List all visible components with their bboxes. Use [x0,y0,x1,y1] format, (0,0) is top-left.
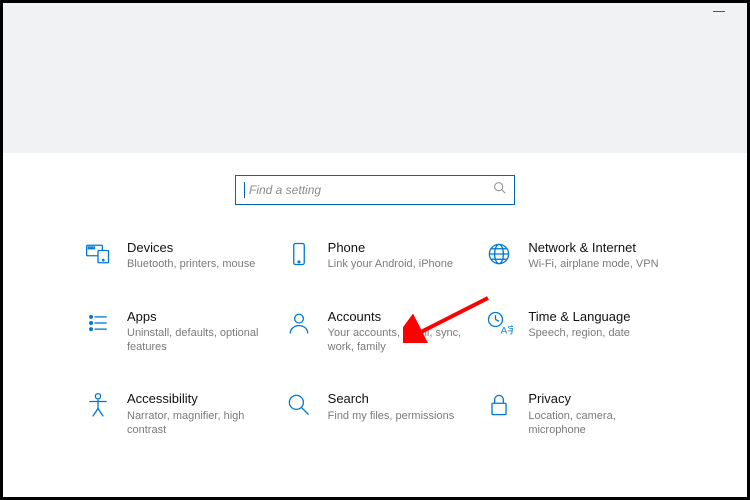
find-a-setting-search[interactable] [235,175,515,205]
time-language-icon: A字 [484,308,514,338]
search-icon [493,181,506,199]
tile-desc: Narrator, magnifier, high contrast [127,409,266,438]
phone-icon [284,239,314,269]
tile-title: Search [328,391,455,407]
tile-apps[interactable]: Apps Uninstall, defaults, optional featu… [83,308,266,355]
svg-text:A字: A字 [501,324,513,336]
tile-title: Accessibility [127,391,266,407]
search-input[interactable] [249,183,493,197]
header-blank-area [3,3,747,153]
globe-icon [484,239,514,269]
tile-desc: Speech, region, date [528,326,630,340]
accessibility-icon [83,390,113,420]
magnifier-icon [284,390,314,420]
tile-title: Privacy [528,391,667,407]
tile-title: Phone [328,240,453,256]
tile-accessibility[interactable]: Accessibility Narrator, magnifier, high … [83,390,266,437]
tile-title: Network & Internet [528,240,658,256]
tile-desc: Location, camera, microphone [528,409,667,438]
minimize-indicator [713,11,725,12]
lock-icon [484,390,514,420]
tile-phone[interactable]: Phone Link your Android, iPhone [284,239,467,272]
tile-accounts[interactable]: Accounts Your accounts, email, sync, wor… [284,308,467,355]
tile-title: Accounts [328,309,467,325]
person-icon [284,308,314,338]
tile-desc: Wi-Fi, airplane mode, VPN [528,257,658,271]
tile-privacy[interactable]: Privacy Location, camera, microphone [484,390,667,437]
tile-desc: Link your Android, iPhone [328,257,453,271]
tile-desc: Bluetooth, printers, mouse [127,257,255,271]
settings-categories-grid: Devices Bluetooth, printers, mouse Phone… [83,239,667,437]
tile-title: Devices [127,240,255,256]
tile-desc: Uninstall, defaults, optional features [127,326,266,355]
devices-icon [83,239,113,269]
apps-icon [83,308,113,338]
tile-desc: Your accounts, email, sync, work, family [328,326,467,355]
tile-devices[interactable]: Devices Bluetooth, printers, mouse [83,239,266,272]
tile-time-language[interactable]: A字 Time & Language Speech, region, date [484,308,667,355]
text-caret [244,182,245,198]
tile-search[interactable]: Search Find my files, permissions [284,390,467,437]
tile-network[interactable]: Network & Internet Wi-Fi, airplane mode,… [484,239,667,272]
tile-title: Apps [127,309,266,325]
tile-desc: Find my files, permissions [328,409,455,423]
tile-title: Time & Language [528,309,630,325]
settings-home: Devices Bluetooth, printers, mouse Phone… [3,175,747,457]
